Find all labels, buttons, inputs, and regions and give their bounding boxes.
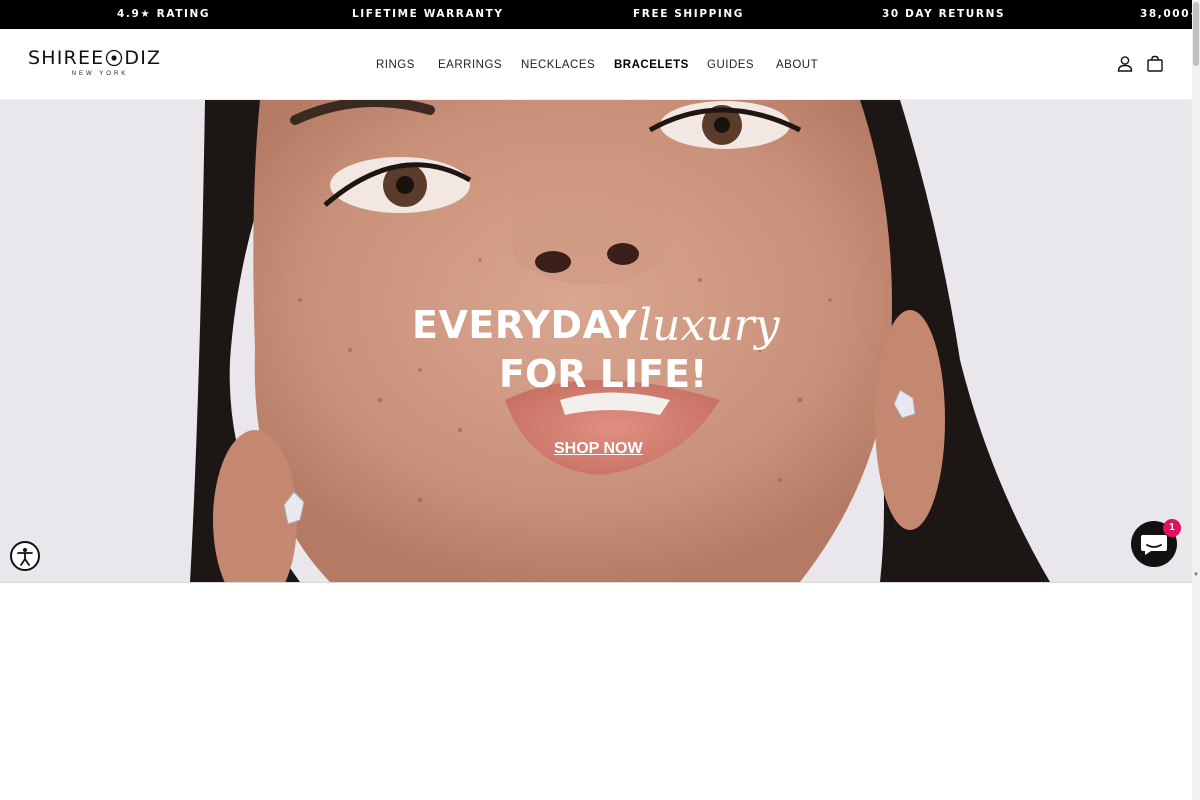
page-scrollbar[interactable]: [1192, 0, 1200, 800]
accessibility-icon: [17, 548, 33, 566]
announcement-bar: 4.9★ RATING LIFETIME WARRANTY FREE SHIPP…: [0, 0, 1192, 29]
scrollbar-thumb[interactable]: [1193, 2, 1199, 66]
site-header: SHIREE DIZ NEW YORK RINGS EARRINGS NECKL…: [0, 29, 1192, 100]
nav-about[interactable]: ABOUT: [776, 59, 818, 71]
nav-bracelets[interactable]: BRACELETS: [614, 59, 689, 71]
scroll-down-arrow-icon[interactable]: ▼: [1193, 572, 1199, 578]
announcement-customers: 38,000+: [1140, 8, 1192, 20]
nav-rings[interactable]: RINGS: [376, 59, 415, 71]
hero-headline-bold: EVERYDAY: [412, 303, 637, 347]
accessibility-button[interactable]: [10, 541, 40, 571]
section-divider: [0, 582, 1192, 583]
announcement-returns: 30 DAY RETURNS: [882, 8, 1006, 20]
chat-badge: 1: [1163, 519, 1181, 537]
announcement-rating: 4.9★ RATING: [117, 8, 211, 20]
nav-necklaces[interactable]: NECKLACES: [521, 59, 595, 71]
shop-now-link[interactable]: SHOP NOW: [554, 440, 643, 458]
hero-banner[interactable]: EVERYDAY luxury FOR LIFE! SHOP NOW: [0, 100, 1192, 582]
hero-headline-line2: FOR LIFE!: [499, 352, 708, 396]
nav-guides[interactable]: GUIDES: [707, 59, 754, 71]
hero-headline-script: luxury: [638, 300, 780, 351]
announcement-warranty: LIFETIME WARRANTY: [352, 8, 504, 20]
main-nav: RINGS EARRINGS NECKLACES BRACELETS GUIDE…: [0, 29, 1192, 100]
account-icon[interactable]: [1115, 54, 1135, 74]
announcement-shipping: FREE SHIPPING: [633, 8, 745, 20]
nav-earrings[interactable]: EARRINGS: [438, 59, 502, 71]
cart-icon[interactable]: [1145, 54, 1165, 74]
